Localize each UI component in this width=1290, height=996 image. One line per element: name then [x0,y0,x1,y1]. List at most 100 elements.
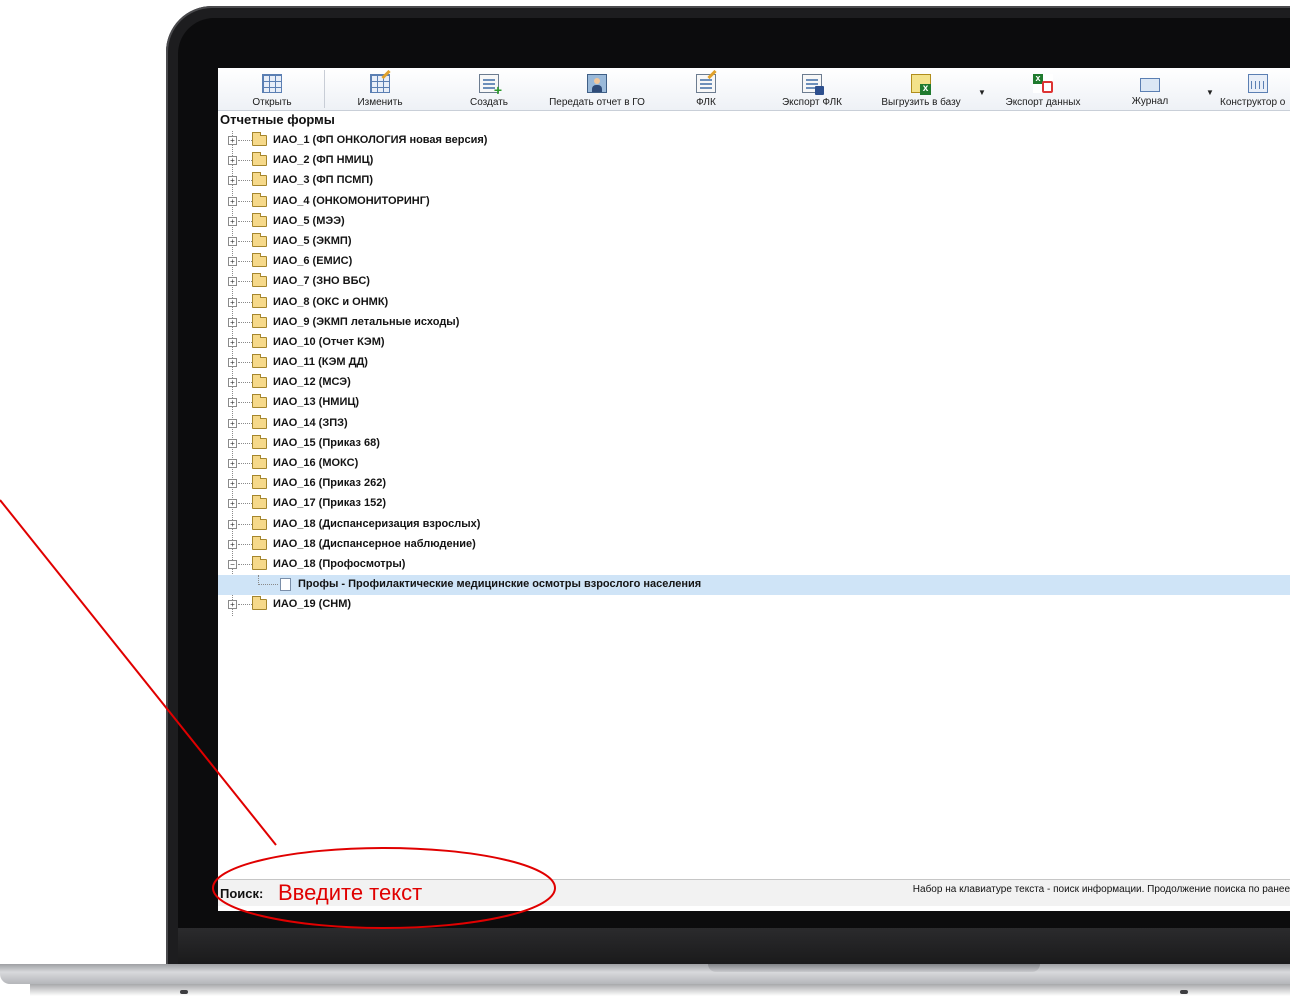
flk-button[interactable]: ФЛК [676,70,736,108]
export-data-button[interactable]: Экспорт данных [996,70,1090,108]
open-button[interactable]: Открыть [236,70,308,108]
tree-item[interactable]: + ИАО_9 (ЭКМП летальные исходы) [218,313,1290,333]
folder-icon [252,374,267,389]
folder-icon [252,434,267,449]
folder-icon [252,535,267,550]
tree-item[interactable]: + ИАО_10 (Отчет КЭМ) [218,333,1290,353]
tree-item[interactable]: + ИАО_5 (МЭЭ) [218,212,1290,232]
export-flk-icon [802,74,824,95]
laptop-bezel-bottom [178,928,1290,964]
expand-icon[interactable]: + [228,418,237,428]
tree-item[interactable]: + ИАО_6 (ЕМИС) [218,252,1290,272]
folder-icon [252,152,267,167]
folder-icon [252,555,267,570]
folder-icon [252,253,267,268]
report-forms-tree: + ИАО_1 (ФП ОНКОЛОГИЯ новая версия) + ИАО_… [218,131,1290,616]
folder-icon [252,333,267,348]
laptop-shadow [30,984,1290,996]
tree-item[interactable]: + ИАО_13 (НМИЦ) [218,393,1290,413]
laptop-foot [180,990,188,994]
folder-icon [252,273,267,288]
folder-icon [252,313,267,328]
toolbar: Открыть Изменить Создать Передать отчет … [218,68,1290,111]
expand-icon[interactable]: + [228,438,237,448]
folder-icon [252,455,267,469]
tree-item[interactable]: + ИАО_2 (ФП НМИЦ) [218,151,1290,171]
folder-icon [252,232,267,247]
expand-icon[interactable]: + [228,459,237,468]
expand-icon[interactable]: + [228,600,237,610]
folder-icon [252,414,267,429]
app-window: Открыть Изменить Создать Передать отчет … [218,68,1290,911]
journal-icon [1140,78,1160,92]
folder-icon [252,475,267,490]
laptop-base [0,964,1290,984]
dropdown-arrow-icon[interactable]: ▼ [1206,88,1214,97]
tree-item[interactable]: + ИАО_4 (ОНКОМОНИТОРИНГ) [218,192,1290,212]
tree-item[interactable]: + ИАО_18 (Диспансерное наблюдение) [218,535,1290,555]
tree-item[interactable]: + ИАО_5 (ЭКМП) [218,232,1290,252]
tree-item[interactable]: + ИАО_14 (ЗПЗ) [218,414,1290,434]
expand-icon[interactable]: + [228,398,237,408]
expand-icon[interactable]: + [228,317,237,327]
expand-icon[interactable]: + [228,479,237,489]
folder-icon [252,515,267,530]
transfer-report-button[interactable]: Передать отчет в ГО [540,70,654,108]
expand-icon[interactable]: + [228,176,237,186]
expand-icon[interactable]: + [228,519,237,529]
tree-item-expanded[interactable]: − ИАО_18 (Профосмотры) [218,555,1290,575]
upload-to-db-button[interactable]: Выгрузить в базу [874,70,968,108]
toolbar-separator [324,70,325,108]
laptop-foot [1180,990,1188,994]
create-icon [479,74,502,98]
expand-icon[interactable]: + [228,539,237,549]
laptop-notch [708,964,1040,972]
expand-icon[interactable]: + [228,337,237,347]
folder-icon [252,132,267,146]
search-label: Поиск: [220,886,264,901]
transfer-icon [587,74,607,93]
tree-child-selected[interactable]: Профы - Профилактические медицинские осм… [218,575,1290,596]
expand-icon[interactable]: + [228,277,237,287]
expand-icon[interactable]: + [228,156,237,166]
expand-icon[interactable]: + [228,257,237,267]
tree-item[interactable]: + ИАО_16 (Приказ 262) [218,474,1290,494]
section-title: Отчетные формы [220,112,335,127]
expand-icon[interactable]: + [228,378,237,388]
folder-icon [252,596,267,611]
tree-item[interactable]: + ИАО_1 (ФП ОНКОЛОГИЯ новая версия) [218,131,1290,151]
flk-icon [696,74,716,93]
export-flk-button[interactable]: Экспорт ФЛК [770,70,854,108]
expand-icon[interactable]: + [228,499,237,509]
document-icon [280,578,291,592]
folder-icon [252,192,267,207]
tree-item[interactable]: + ИАО_12 (МСЭ) [218,373,1290,393]
journal-button[interactable]: Журнал [1120,70,1180,108]
tree-item[interactable]: + ИАО_18 (Диспансеризация взрослых) [218,515,1290,535]
tree-item[interactable]: + ИАО_17 (Приказ 152) [218,494,1290,514]
expand-icon[interactable]: + [228,358,237,368]
expand-icon[interactable]: + [228,297,237,307]
expand-icon[interactable]: + [228,216,237,226]
expand-icon[interactable]: + [228,136,237,145]
constructor-button[interactable]: Конструктор о [1218,70,1290,108]
folder-icon [252,293,267,308]
tree-item[interactable]: + ИАО_15 (Приказ 68) [218,434,1290,454]
edit-button[interactable]: Изменить [340,70,420,108]
tree-item[interactable]: + ИАО_11 (КЭМ ДД) [218,353,1290,373]
collapse-icon[interactable]: − [228,559,237,569]
edit-icon [370,74,390,93]
tree-item[interactable]: + ИАО_16 (МОКС) [218,454,1290,474]
folder-icon [252,394,267,409]
tree-item[interactable]: + ИАО_8 (ОКС и ОНМК) [218,293,1290,313]
search-input[interactable] [278,880,578,906]
tree-item[interactable]: + ИАО_3 (ФП ПСМП) [218,171,1290,191]
expand-icon[interactable]: + [228,236,237,246]
expand-icon[interactable]: + [228,196,237,206]
search-hint: Набор на клавиатуре текста - поиск инфор… [912,884,1290,895]
tree-item[interactable]: + ИАО_7 (ЗНО ВБС) [218,272,1290,292]
tree-item[interactable]: + ИАО_19 (СНМ) [218,595,1290,615]
create-button[interactable]: Создать [454,70,524,108]
dropdown-arrow-icon[interactable]: ▼ [978,88,986,97]
folder-icon [252,212,267,227]
